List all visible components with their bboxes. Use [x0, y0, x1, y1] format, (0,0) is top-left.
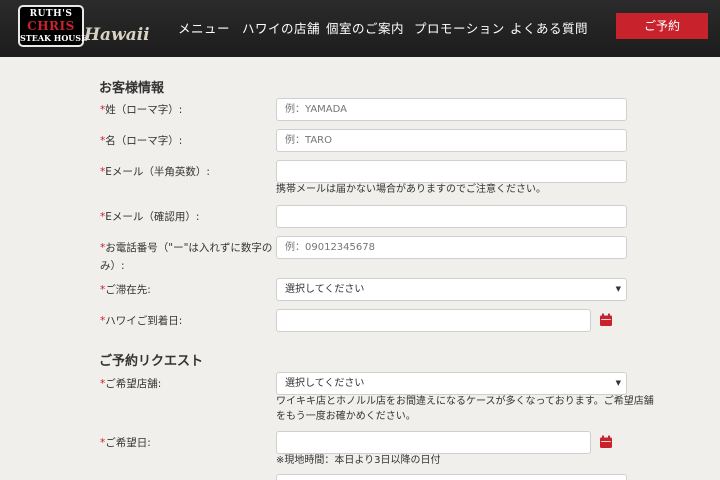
email-input[interactable]	[276, 160, 627, 183]
logo-badge: RUTH'S CHRIS STEAK HOUSE	[18, 5, 88, 47]
stay-selected-value: 選択してください	[285, 284, 365, 295]
dropdown-caret-icon: ▼	[615, 379, 621, 387]
stay-select[interactable]: 選択してください ▼	[276, 278, 627, 301]
nav-private-rooms[interactable]: 個室のご案内	[326, 18, 404, 37]
store-select[interactable]: 選択してください ▼	[276, 372, 627, 395]
label-stay: *ご滞在先:	[100, 281, 151, 299]
arrival-date-input[interactable]	[276, 309, 591, 332]
label-email: *Eメール（半角英数）:	[100, 163, 210, 181]
calendar-icon[interactable]	[599, 313, 613, 327]
email-confirm-input[interactable]	[276, 205, 627, 228]
label-text: ご滞在先:	[105, 284, 151, 296]
label-text: ご希望日:	[105, 437, 151, 449]
label-arrival: *ハワイご到着日:	[100, 312, 182, 330]
date-note: ※現地時間：本日より3日以降の日付	[276, 455, 441, 466]
label-text: ご希望店舗:	[105, 378, 162, 390]
nav-menu[interactable]: メニュー	[178, 18, 230, 37]
label-text: お電話番号（"ー"は入れずに数字の	[105, 242, 273, 254]
site-header: RUTH'S CHRIS STEAK HOUSE Hawaii メニュー ハワイ…	[0, 0, 720, 57]
logo-line3: STEAK HOUSE	[20, 33, 88, 43]
store-selected-value: 選択してください	[285, 378, 365, 389]
label-text: 姓（ローマ字）:	[105, 104, 183, 116]
store-note-line1: ワイキキ店とホノルル店をお間違えになるケースが多くなっております。ご希望店舗	[276, 396, 654, 407]
label-last-name: *姓（ローマ字）:	[100, 101, 182, 119]
calendar-icon[interactable]	[599, 435, 613, 449]
store-note: ワイキキ店とホノルル店をお間違えになるケースが多くなっております。ご希望店舗 を…	[276, 394, 654, 424]
section-title-request: ご予約リクエスト	[99, 354, 204, 369]
next-field-partial[interactable]	[276, 474, 627, 480]
label-date: *ご希望日:	[100, 434, 151, 452]
label-store: *ご希望店舗:	[100, 375, 161, 393]
first-name-input[interactable]	[276, 129, 627, 152]
label-text-line2: み）:	[100, 260, 125, 272]
label-text: ハワイご到着日:	[105, 315, 183, 327]
logo-line2: CHRIS	[27, 19, 75, 33]
nav-promotions[interactable]: プロモーション	[414, 18, 505, 37]
logo-hawaii-script: Hawaii	[84, 25, 150, 45]
email-note: 携帯メールは届かない場合がありますのでご注意ください。	[276, 184, 546, 195]
logo-line1: RUTH'S	[29, 9, 73, 19]
phone-input[interactable]	[276, 236, 627, 259]
last-name-input[interactable]	[276, 98, 627, 121]
label-text: Eメール（半角英数）:	[105, 166, 210, 178]
label-text: Eメール（確認用）:	[105, 211, 200, 223]
label-phone: *お電話番号（"ー"は入れずに数字の み）:	[100, 239, 272, 275]
section-title-customer: お客様情報	[99, 81, 165, 96]
nav-faq[interactable]: よくある質問	[510, 18, 588, 37]
dropdown-caret-icon: ▼	[615, 285, 621, 293]
label-email-confirm: *Eメール（確認用）:	[100, 208, 199, 226]
label-first-name: *名（ローマ字）:	[100, 132, 182, 150]
ruths-chris-logo[interactable]: RUTH'S CHRIS STEAK HOUSE Hawaii	[18, 5, 150, 49]
store-note-line2: をもう一度お確かめください。	[276, 411, 416, 422]
nav-hawaii-stores[interactable]: ハワイの店舗	[242, 18, 320, 37]
label-text: 名（ローマ字）:	[105, 135, 183, 147]
reserve-button[interactable]: ご予約	[616, 13, 708, 39]
desired-date-input[interactable]	[276, 431, 591, 454]
